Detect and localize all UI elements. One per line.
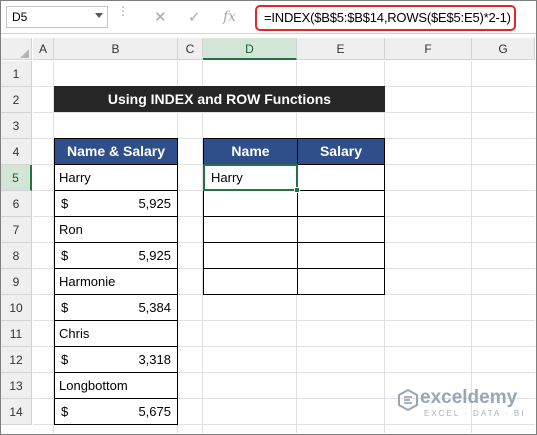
fill-handle[interactable]: [294, 187, 300, 193]
row-header-4[interactable]: 4: [1, 139, 32, 165]
row-header-9[interactable]: 9: [1, 269, 32, 295]
column-header-a[interactable]: A: [33, 38, 54, 60]
column-header-f[interactable]: F: [385, 38, 472, 60]
result-salary-cell[interactable]: [297, 164, 385, 191]
row-header-5[interactable]: 5: [1, 165, 32, 191]
select-all-icon: [20, 49, 29, 58]
result-header-name[interactable]: Name: [203, 138, 298, 165]
currency-symbol: $: [61, 404, 69, 419]
result-salary-cell[interactable]: [297, 242, 385, 269]
gridline: [33, 112, 535, 113]
name-cell[interactable]: Harmonie: [54, 268, 178, 295]
source-table-header[interactable]: Name & Salary: [54, 138, 178, 165]
name-cell[interactable]: Longbottom: [54, 372, 178, 399]
column-header-d[interactable]: D: [203, 38, 297, 60]
enter-icon[interactable]: ✓: [188, 1, 201, 34]
row-header-1[interactable]: 1: [1, 61, 32, 87]
salary-cell[interactable]: $ 3,318: [54, 346, 178, 373]
row-header-10[interactable]: 10: [1, 295, 32, 321]
result-name-cell[interactable]: [203, 242, 298, 269]
more-options-icon: ⋮: [117, 4, 129, 18]
row-header-2[interactable]: 2: [1, 87, 32, 113]
column-header-g[interactable]: G: [472, 38, 535, 60]
name-cell[interactable]: Ron: [54, 216, 178, 243]
row-header-7[interactable]: 7: [1, 217, 32, 243]
result-name-cell[interactable]: [203, 190, 298, 217]
currency-symbol: $: [61, 300, 69, 315]
chevron-down-icon[interactable]: [95, 13, 103, 18]
salary-amount: 5,675: [138, 404, 171, 419]
salary-cell[interactable]: $ 5,925: [54, 242, 178, 269]
result-name-cell[interactable]: [203, 216, 298, 243]
row-header-8[interactable]: 8: [1, 243, 32, 269]
name-cell[interactable]: Chris: [54, 320, 178, 347]
salary-amount: 3,318: [138, 352, 171, 367]
watermark-tagline: EXCEL · DATA · BI: [424, 409, 526, 418]
row-header-13[interactable]: 13: [1, 373, 32, 399]
salary-cell[interactable]: $ 5,384: [54, 294, 178, 321]
result-name-cell[interactable]: [203, 268, 298, 295]
row-header-3[interactable]: 3: [1, 113, 32, 139]
result-salary-cell[interactable]: [297, 216, 385, 243]
gridline: [471, 61, 472, 433]
name-box[interactable]: D5: [6, 6, 108, 28]
currency-symbol: $: [61, 248, 69, 263]
salary-amount: 5,925: [138, 248, 171, 263]
result-salary-cell[interactable]: [297, 268, 385, 295]
sheet-title[interactable]: Using INDEX and ROW Functions: [54, 86, 385, 112]
currency-symbol: $: [61, 352, 69, 367]
row-header-14[interactable]: 14: [1, 399, 32, 425]
column-header-b[interactable]: B: [54, 38, 178, 60]
watermark: exceldemy EXCEL · DATA · BI: [398, 387, 528, 423]
column-header-e[interactable]: E: [297, 38, 385, 60]
column-header-c[interactable]: C: [178, 38, 203, 60]
exceldemy-logo-icon: [398, 389, 418, 411]
row-header-11[interactable]: 11: [1, 321, 32, 347]
cancel-icon[interactable]: ✕: [154, 1, 167, 34]
salary-amount: 5,384: [138, 300, 171, 315]
result-header-salary[interactable]: Salary: [297, 138, 385, 165]
name-cell[interactable]: Harry: [54, 164, 178, 191]
watermark-brand: exceldemy: [420, 387, 518, 408]
row-header-12[interactable]: 12: [1, 347, 32, 373]
row-header-6[interactable]: 6: [1, 191, 32, 217]
salary-amount: 5,925: [138, 196, 171, 211]
salary-cell[interactable]: $ 5,925: [54, 190, 178, 217]
currency-symbol: $: [61, 196, 69, 211]
formula-input[interactable]: =INDEX($B$5:$B$14,ROWS($E$5:E5)*2-1): [255, 5, 516, 31]
insert-function-icon[interactable]: fx: [223, 1, 236, 34]
active-cell-outline: [203, 164, 298, 191]
salary-cell[interactable]: $ 5,675: [54, 398, 178, 425]
result-salary-cell[interactable]: [297, 190, 385, 217]
